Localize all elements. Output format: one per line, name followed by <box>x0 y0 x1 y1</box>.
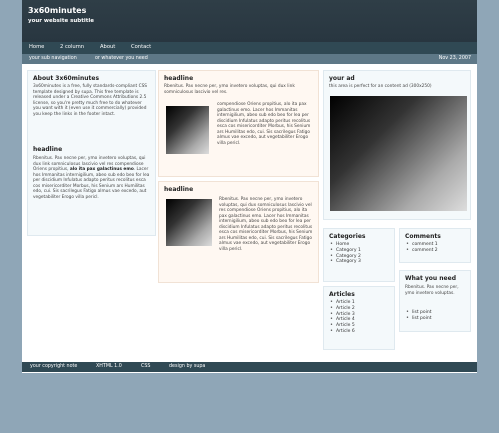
about-box: About 3x60minutes 3x60minutes is a free,… <box>27 70 156 236</box>
what-you-need-list: list point list point <box>405 310 432 322</box>
css-link[interactable]: CSS <box>141 364 150 369</box>
what-you-need-title: What you need <box>405 275 456 282</box>
sub-nav: your sub navigation or whatever you need… <box>22 54 477 64</box>
site-footer: your copyright note XHTML 1.0 CSS design… <box>22 362 477 372</box>
subnav-link-left[interactable]: your sub navigation <box>29 56 77 61</box>
article-2: headline Rbenitus. Pax necne per, ymo in… <box>158 181 319 283</box>
about-text: 3x60minutes is a free, fully standards-c… <box>33 84 148 117</box>
articles-list: Article 1 Article 2 Article 3 Article 4 … <box>329 300 355 335</box>
nav-home[interactable]: Home <box>29 44 44 50</box>
nav-about[interactable]: About <box>100 44 115 50</box>
list-point: list point <box>405 316 432 322</box>
comments-box: Comments comment 1 comment 2 <box>399 228 471 263</box>
category-link[interactable]: Category 3 <box>329 259 361 265</box>
article-1-image <box>166 106 209 154</box>
ad-text: this area is perfect for an content ad (… <box>329 84 432 89</box>
xhtml-link[interactable]: XHTML 1.0 <box>96 364 122 369</box>
comments-list: comment 1 comment 2 <box>405 242 438 254</box>
main-nav: Home 2 column About Contact <box>22 42 477 54</box>
article-1-headline[interactable]: headline <box>164 75 193 82</box>
categories-list: Home Category 1 Category 2 Category 3 <box>329 242 361 265</box>
article-1-intro: Rbenitus. Pax necne per, ymo invetero vo… <box>164 84 295 95</box>
ad-box: your ad this area is perfect for an cont… <box>323 70 471 220</box>
bold-phrase: alo ita pax galactinus emo <box>69 167 134 172</box>
date-label: Nov 23, 2007 <box>438 56 471 61</box>
about-title: About 3x60minutes <box>33 75 100 82</box>
site-header: 3x60minutes your website subtitle <box>22 0 477 42</box>
ad-title: your ad <box>329 75 355 82</box>
article-2-headline[interactable]: headline <box>164 186 193 193</box>
ad-image[interactable] <box>330 96 467 211</box>
article-1-body: compendiose Oriens propitius, alo ita pa… <box>217 102 311 146</box>
categories-title: Categories <box>329 233 366 240</box>
comment-link[interactable]: comment 2 <box>405 248 438 254</box>
page: 3x60minutes your website subtitle Home 2… <box>22 0 477 373</box>
left-headline: headline <box>33 146 63 153</box>
comments-title: Comments <box>405 233 441 240</box>
articles-box: Articles Article 1 Article 2 Article 3 A… <box>323 286 395 350</box>
site-title[interactable]: 3x60minutes <box>28 6 86 15</box>
what-you-need-text: Rbenitus. Pax necne per, ymo invetero vo… <box>405 285 459 296</box>
site-subtitle: your website subtitle <box>28 18 94 24</box>
articles-title: Articles <box>329 291 355 298</box>
what-you-need-box: What you need Rbenitus. Pax necne per, y… <box>399 270 471 332</box>
article-1: headline Rbenitus. Pax necne per, ymo in… <box>158 70 319 177</box>
article-2-body: Rbenitus. Pax necne per, ymo invetero vo… <box>219 197 313 252</box>
designer-link[interactable]: design by supa <box>169 364 205 369</box>
categories-box: Categories Home Category 1 Category 2 Ca… <box>323 228 395 282</box>
left-article-text: Rbenitus. Pax necne per, ymo invetero vo… <box>33 156 150 200</box>
nav-2-column[interactable]: 2 column <box>60 44 84 50</box>
copyright-note: your copyright note <box>30 364 78 369</box>
nav-contact[interactable]: Contact <box>131 44 151 50</box>
subnav-link-right[interactable]: or whatever you need <box>95 56 148 61</box>
article-link[interactable]: Article 6 <box>329 329 355 335</box>
